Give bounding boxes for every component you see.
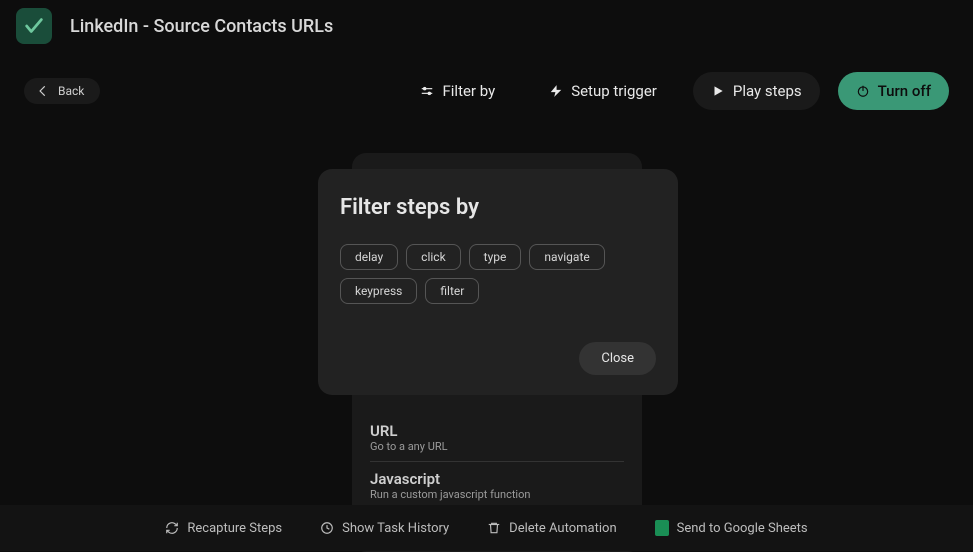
filter-chip-navigate[interactable]: navigate [529, 244, 604, 270]
filter-chip-delay[interactable]: delay [340, 244, 398, 270]
filter-modal: Filter steps by delay click type navigat… [318, 169, 678, 395]
sheets-icon [655, 520, 669, 536]
trash-icon [487, 521, 501, 535]
delete-automation-button[interactable]: Delete Automation [487, 521, 616, 536]
filter-chip-group: delay click type navigate keypress filte… [340, 244, 656, 304]
delete-label: Delete Automation [509, 521, 616, 536]
sheets-label: Send to Google Sheets [677, 521, 808, 536]
filter-chip-keypress[interactable]: keypress [340, 278, 417, 304]
modal-footer: Close [340, 342, 656, 375]
filter-chip-filter[interactable]: filter [425, 278, 479, 304]
refresh-icon [165, 521, 179, 535]
filter-chip-type[interactable]: type [469, 244, 522, 270]
modal-title: Filter steps by [340, 195, 656, 220]
bottom-bar: Recapture Steps Show Task History Delete… [0, 505, 973, 551]
history-label: Show Task History [342, 521, 449, 536]
recapture-label: Recapture Steps [187, 521, 282, 536]
close-button[interactable]: Close [579, 342, 656, 375]
filter-chip-click[interactable]: click [406, 244, 460, 270]
send-to-sheets-button[interactable]: Send to Google Sheets [655, 520, 808, 536]
modal-overlay: Filter steps by delay click type navigat… [0, 0, 973, 551]
show-history-button[interactable]: Show Task History [320, 521, 449, 536]
clock-icon [320, 521, 334, 535]
recapture-steps-button[interactable]: Recapture Steps [165, 521, 282, 536]
